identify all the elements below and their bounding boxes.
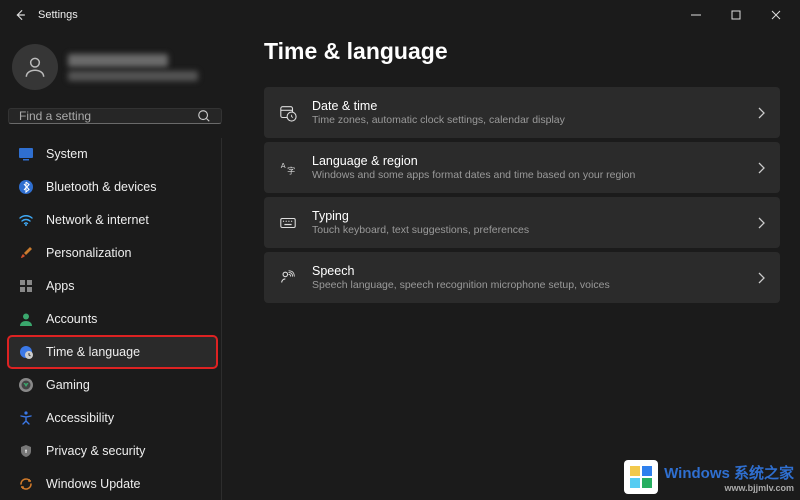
paintbrush-icon [18, 245, 34, 261]
card-description: Time zones, automatic clock settings, ca… [312, 114, 742, 126]
minimize-button[interactable] [676, 0, 716, 30]
chevron-right-icon [756, 107, 766, 119]
page-title: Time & language [264, 38, 780, 65]
calendar-clock-icon [278, 103, 298, 123]
profile-name [68, 54, 168, 67]
card-description: Touch keyboard, text suggestions, prefer… [312, 224, 742, 236]
card-title: Date & time [312, 99, 742, 113]
wifi-icon [18, 212, 34, 228]
chevron-right-icon [756, 162, 766, 174]
sidebar-item-time-language[interactable]: Time & language [8, 336, 217, 368]
sidebar-item-label: Time & language [46, 345, 140, 359]
card-description: Windows and some apps format dates and t… [312, 169, 742, 181]
sidebar-item-accessibility[interactable]: Accessibility [8, 402, 217, 434]
sidebar-item-label: Apps [46, 279, 75, 293]
svg-text:A: A [281, 161, 286, 170]
sidebar-item-gaming[interactable]: Gaming [8, 369, 217, 401]
account-icon [18, 311, 34, 327]
profile-email [68, 71, 198, 81]
profile-block[interactable] [8, 38, 222, 102]
card-typing[interactable]: Typing Touch keyboard, text suggestions,… [264, 197, 780, 248]
display-icon [18, 146, 34, 162]
sidebar-item-label: Accounts [46, 312, 97, 326]
gaming-icon [18, 377, 34, 393]
sidebar-item-network[interactable]: Network & internet [8, 204, 217, 236]
sidebar-item-system[interactable]: System [8, 138, 217, 170]
sidebar-item-bluetooth[interactable]: Bluetooth & devices [8, 171, 217, 203]
sidebar-item-accounts[interactable]: Accounts [8, 303, 217, 335]
window-title: Settings [36, 9, 78, 21]
search-box[interactable] [8, 108, 222, 124]
maximize-icon [731, 10, 741, 20]
keyboard-icon [278, 213, 298, 233]
sidebar-item-label: Gaming [46, 378, 90, 392]
card-language-region[interactable]: A字 Language & region Windows and some ap… [264, 142, 780, 193]
sidebar-item-update[interactable]: Windows Update [8, 468, 217, 500]
chevron-right-icon [756, 217, 766, 229]
card-title: Language & region [312, 154, 742, 168]
svg-text:字: 字 [287, 165, 295, 175]
shield-icon [18, 443, 34, 459]
settings-card-list: Date & time Time zones, automatic clock … [264, 87, 780, 303]
bluetooth-icon [18, 179, 34, 195]
update-icon [18, 476, 34, 492]
card-description: Speech language, speech recognition micr… [312, 279, 742, 291]
nav-list: System Bluetooth & devices Network & int… [8, 138, 222, 500]
sidebar-item-label: Personalization [46, 246, 131, 260]
search-icon [197, 109, 211, 123]
speech-icon [278, 268, 298, 288]
card-date-time[interactable]: Date & time Time zones, automatic clock … [264, 87, 780, 138]
arrow-left-icon [13, 8, 27, 22]
sidebar-item-label: Accessibility [46, 411, 114, 425]
sidebar-item-label: Windows Update [46, 477, 141, 491]
minimize-icon [691, 10, 701, 20]
card-title: Speech [312, 264, 742, 278]
avatar [12, 44, 58, 90]
close-icon [771, 10, 781, 20]
person-icon [22, 54, 48, 80]
back-button[interactable] [4, 0, 36, 30]
globe-clock-icon [18, 344, 34, 360]
sidebar-item-label: Network & internet [46, 213, 149, 227]
language-icon: A字 [278, 158, 298, 178]
card-speech[interactable]: Speech Speech language, speech recogniti… [264, 252, 780, 303]
sidebar-item-personalization[interactable]: Personalization [8, 237, 217, 269]
main-content: Time & language Date & time Time zones, … [230, 30, 800, 500]
sidebar-item-label: Privacy & security [46, 444, 145, 458]
sidebar-item-label: System [46, 147, 88, 161]
chevron-right-icon [756, 272, 766, 284]
maximize-button[interactable] [716, 0, 756, 30]
apps-icon [18, 278, 34, 294]
sidebar-item-apps[interactable]: Apps [8, 270, 217, 302]
accessibility-icon [18, 410, 34, 426]
sidebar: System Bluetooth & devices Network & int… [0, 30, 230, 500]
sidebar-item-privacy[interactable]: Privacy & security [8, 435, 217, 467]
titlebar: Settings [0, 0, 800, 30]
search-input[interactable] [19, 109, 197, 123]
close-button[interactable] [756, 0, 796, 30]
card-title: Typing [312, 209, 742, 223]
sidebar-item-label: Bluetooth & devices [46, 180, 157, 194]
